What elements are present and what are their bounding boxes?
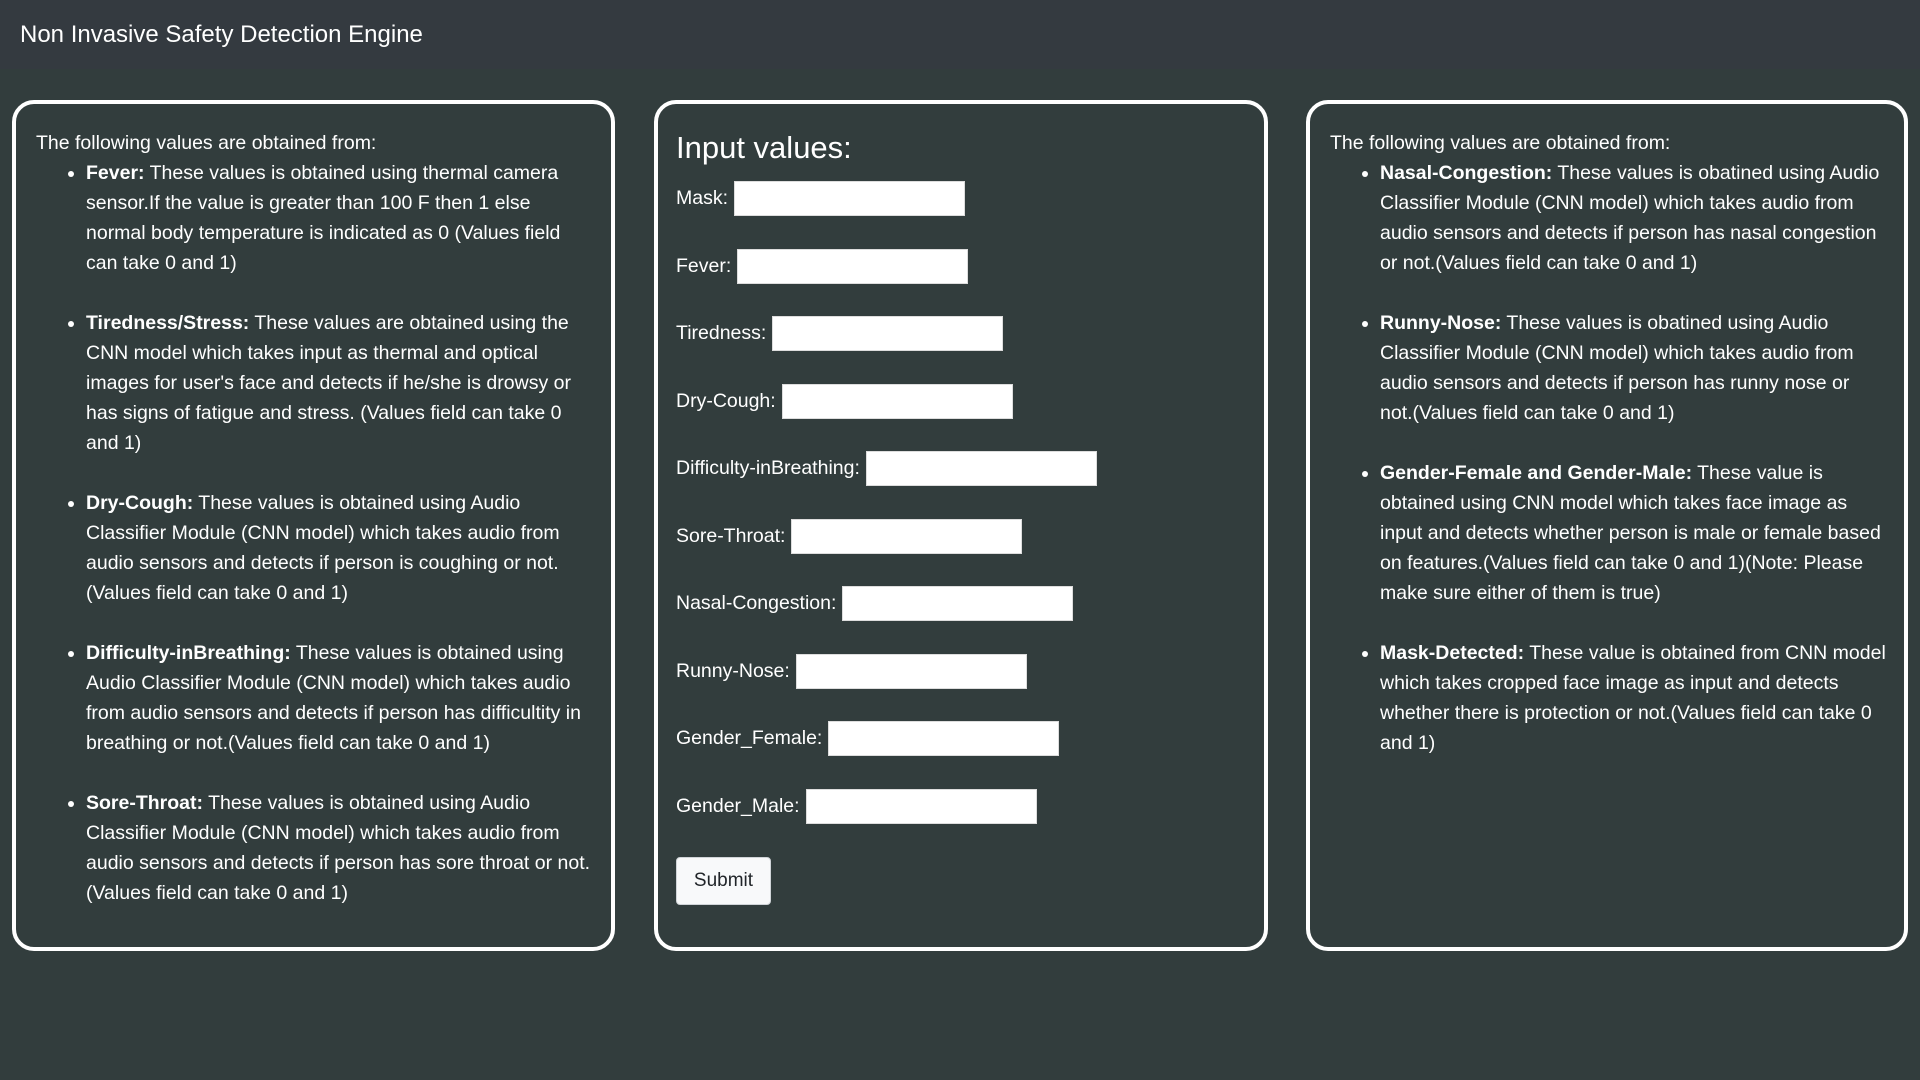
field-row-difficulty-breathing: Difficulty-inBreathing: [676, 450, 1246, 487]
right-info-list: Nasal-Congestion: These values is obatin… [1330, 158, 1886, 758]
field-row-tiredness: Tiredness: [676, 315, 1246, 352]
right-info-intro: The following values are obtained from: [1330, 132, 1671, 154]
tiredness-label: Tiredness: [676, 322, 767, 344]
info-item-nasal-congestion: Nasal-Congestion: These values is obatin… [1380, 158, 1886, 278]
info-item-mask-detected: Mask-Detected: These value is obtained f… [1380, 638, 1886, 758]
info-item-gender: Gender-Female and Gender-Male: These val… [1380, 458, 1886, 608]
left-info-intro: The following values are obtained from: [36, 132, 377, 154]
info-term: Mask-Detected: [1380, 642, 1525, 664]
info-term: Tiredness/Stress: [86, 312, 250, 334]
info-term: Fever: [86, 162, 145, 184]
field-row-runny-nose: Runny-Nose: [676, 653, 1246, 690]
left-info-list: Fever: These values is obtained using th… [36, 158, 593, 908]
difficulty-breathing-input[interactable] [865, 451, 1097, 486]
gender-female-input[interactable] [828, 721, 1060, 756]
info-text: These values is obtained using thermal c… [86, 162, 561, 274]
info-item-fever: Fever: These values is obtained using th… [86, 158, 593, 278]
submit-button[interactable]: Submit [676, 857, 771, 905]
field-row-nasal-congestion: Nasal-Congestion: [676, 585, 1246, 622]
navbar-title[interactable]: Non Invasive Safety Detection Engine [20, 21, 423, 49]
mask-label: Mask: [676, 187, 729, 209]
mask-input[interactable] [734, 181, 966, 216]
dry-cough-label: Dry-Cough: [676, 389, 776, 412]
input-form-panel: Input values: Mask: Fever: Tiredness: Dr… [654, 100, 1268, 951]
field-row-mask: Mask: [676, 180, 1246, 217]
difficulty-breathing-label: Difficulty-inBreathing: [676, 457, 860, 479]
gender-male-input[interactable] [805, 788, 1037, 824]
form-title: Input values: [676, 130, 852, 165]
sore-throat-input[interactable] [791, 518, 1023, 554]
info-term: Dry-Cough: [86, 492, 194, 514]
nasal-congestion-label: Nasal-Congestion: [676, 592, 837, 614]
info-term: Runny-Nose: [1380, 312, 1502, 334]
gender-male-label: Gender_Male: [676, 794, 800, 817]
info-term: Difficulty-inBreathing: [86, 642, 291, 664]
info-item-difficulty-breathing: Difficulty-inBreathing: These values is … [86, 638, 593, 758]
gender-female-label: Gender_Female: [676, 727, 823, 749]
field-row-gender-male: Gender_Male: [676, 788, 1246, 825]
field-row-dry-cough: Dry-Cough: [676, 383, 1246, 420]
runny-nose-input[interactable] [795, 653, 1027, 689]
info-term: Nasal-Congestion: [1380, 162, 1553, 184]
sore-throat-label: Sore-Throat: [676, 524, 786, 547]
field-row-sore-throat: Sore-Throat: [676, 518, 1246, 555]
runny-nose-label: Runny-Nose: [676, 659, 790, 682]
info-item-tiredness: Tiredness/Stress: These values are obtai… [86, 308, 593, 458]
dry-cough-input[interactable] [781, 383, 1013, 419]
fever-label: Fever: [676, 254, 732, 277]
info-term: Sore-Throat: [86, 792, 203, 814]
left-info-panel: The following values are obtained from: … [12, 100, 615, 951]
fever-input[interactable] [737, 248, 969, 284]
info-term: Gender-Female and Gender-Male: [1380, 462, 1693, 484]
info-item-sore-throat: Sore-Throat: These values is obtained us… [86, 788, 593, 908]
right-info-panel: The following values are obtained from: … [1306, 100, 1908, 951]
nasal-congestion-input[interactable] [842, 586, 1074, 621]
input-form: Input values: Mask: Fever: Tiredness: Dr… [658, 104, 1264, 905]
field-row-gender-female: Gender_Female: [676, 720, 1246, 757]
field-row-fever: Fever: [676, 248, 1246, 285]
info-item-runny-nose: Runny-Nose: These values is obatined usi… [1380, 308, 1886, 428]
navbar: Non Invasive Safety Detection Engine [0, 0, 1920, 69]
info-item-dry-cough: Dry-Cough: These values is obtained usin… [86, 488, 593, 608]
tiredness-input[interactable] [772, 316, 1004, 351]
